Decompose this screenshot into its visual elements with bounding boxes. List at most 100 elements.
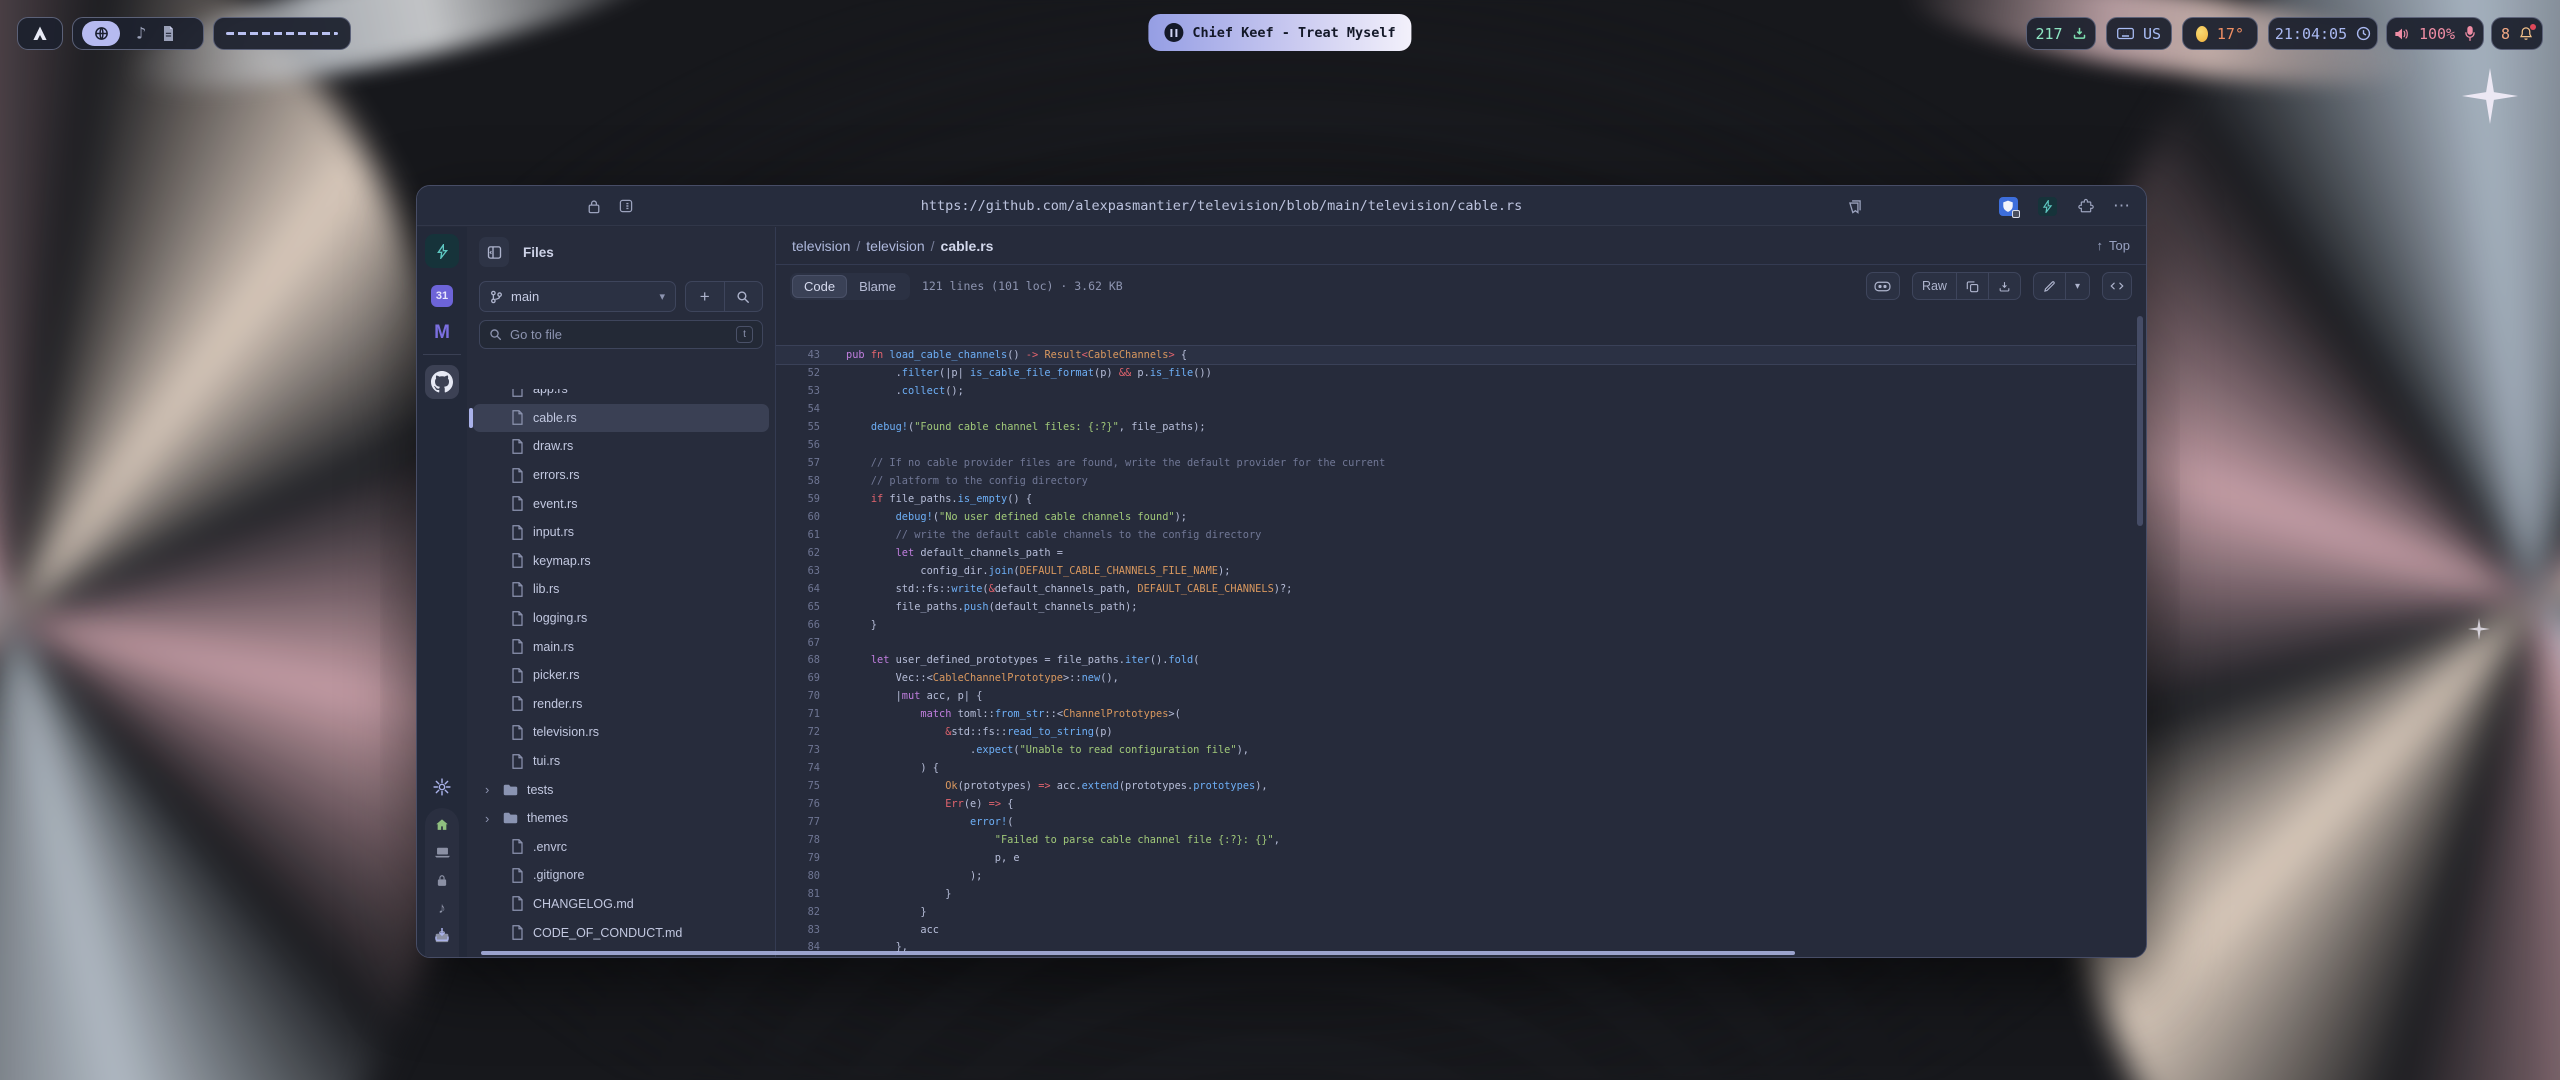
tree-file-lib.rs[interactable]: lib.rs — [473, 575, 769, 604]
audio-widget[interactable]: 100% — [2386, 17, 2484, 50]
tree-file-app.rs[interactable]: app.rs — [473, 389, 769, 404]
tree-file-keymap.rs[interactable]: keymap.rs — [473, 547, 769, 576]
edit-button[interactable] — [2034, 273, 2065, 299]
line-number[interactable]: 75 — [776, 780, 820, 792]
gmail-tab[interactable]: M — [425, 316, 459, 350]
tree-file-errors.rs[interactable]: errors.rs — [473, 461, 769, 490]
line-number[interactable]: 77 — [776, 816, 820, 828]
workspace-browser-active[interactable] — [82, 21, 120, 46]
back-to-top-link[interactable]: ↑ Top — [2097, 238, 2130, 253]
tree-file-render.rs[interactable]: render.rs — [473, 690, 769, 719]
line-number[interactable]: 70 — [776, 690, 820, 702]
line-number[interactable]: 74 — [776, 762, 820, 774]
workspace-music-icon[interactable]: ♪ — [435, 901, 450, 916]
music-note-icon[interactable]: ♪ — [136, 24, 146, 44]
line-number[interactable]: 61 — [776, 529, 820, 541]
line-number[interactable]: 59 — [776, 493, 820, 505]
tree-file-picker.rs[interactable]: picker.rs — [473, 661, 769, 690]
line-number[interactable]: 66 — [776, 619, 820, 631]
tree-folder-themes[interactable]: ›themes — [473, 804, 769, 833]
line-number[interactable]: 63 — [776, 565, 820, 577]
tree-file-draw.rs[interactable]: draw.rs — [473, 432, 769, 461]
copilot-button[interactable] — [1866, 272, 1900, 300]
line-number[interactable]: 64 — [776, 583, 820, 595]
line-number[interactable]: 82 — [776, 906, 820, 918]
search-tree-button[interactable] — [725, 282, 763, 311]
copy-button[interactable] — [1956, 273, 1988, 299]
line-number[interactable]: 53 — [776, 385, 820, 397]
line-number[interactable]: 68 — [776, 654, 820, 666]
tab-blame[interactable]: Blame — [847, 275, 908, 298]
raw-button[interactable]: Raw — [1913, 273, 1956, 299]
new-file-button[interactable]: + — [686, 282, 725, 311]
tree-file-logging.rs[interactable]: logging.rs — [473, 604, 769, 633]
launcher-button[interactable] — [17, 17, 63, 50]
line-number[interactable]: 76 — [776, 798, 820, 810]
tree-file-television.rs[interactable]: television.rs — [473, 718, 769, 747]
clock-widget[interactable]: 21:04:05 — [2268, 17, 2378, 50]
code-view-button[interactable] — [2102, 272, 2132, 300]
line-number[interactable]: 65 — [776, 601, 820, 613]
tree-file-CHANGELOG.md[interactable]: CHANGELOG.md — [473, 890, 769, 919]
tree-folder-tests[interactable]: ›tests — [473, 775, 769, 804]
tree-file-input.rs[interactable]: input.rs — [473, 518, 769, 547]
workspace-laptop-icon[interactable] — [435, 845, 450, 860]
puzzle-icon[interactable] — [2076, 196, 2096, 216]
line-number[interactable]: 83 — [776, 924, 820, 936]
tab-code[interactable]: Code — [792, 275, 847, 298]
line-number[interactable]: 55 — [776, 421, 820, 433]
line-number[interactable]: 52 — [776, 367, 820, 379]
line-number[interactable]: 69 — [776, 672, 820, 684]
line-number[interactable]: 80 — [776, 870, 820, 882]
tree-file-CODE_OF_CONDUCT.md[interactable]: CODE_OF_CONDUCT.md — [473, 918, 769, 947]
line-number[interactable]: 71 — [776, 708, 820, 720]
sidebar-collapse-button[interactable] — [479, 237, 509, 267]
flower-settings-button[interactable] — [425, 770, 459, 804]
download-raw-button[interactable] — [1988, 273, 2020, 299]
bolt-tab[interactable] — [425, 234, 459, 268]
line-number[interactable]: 60 — [776, 511, 820, 523]
breadcrumb-repo[interactable]: television — [792, 238, 850, 254]
vertical-scrollbar[interactable] — [2137, 316, 2143, 526]
tree-file-tui.rs[interactable]: tui.rs — [473, 747, 769, 776]
tree-file-event.rs[interactable]: event.rs — [473, 489, 769, 518]
edit-dropdown-button[interactable]: ▾ — [2065, 273, 2089, 299]
line-number[interactable]: 56 — [776, 439, 820, 451]
horizontal-scrollbar[interactable] — [481, 951, 1795, 955]
workspace-lock-icon[interactable] — [435, 873, 450, 888]
tree-file-.gitignore[interactable]: .gitignore — [473, 861, 769, 890]
line-number[interactable]: 79 — [776, 852, 820, 864]
tree-file-main.rs[interactable]: main.rs — [473, 632, 769, 661]
line-number[interactable]: 81 — [776, 888, 820, 900]
line-number[interactable]: 62 — [776, 547, 820, 559]
url-bar[interactable]: https://github.com/alexpasmantier/televi… — [417, 186, 2026, 226]
ublock-shield-icon[interactable] — [1998, 196, 2018, 216]
tree-file-CONTRIBUTING.md[interactable]: CONTRIBUTING.md — [473, 947, 769, 949]
calendar-tab[interactable]: 31 — [425, 279, 459, 313]
line-number[interactable]: 72 — [776, 726, 820, 738]
line-number[interactable]: 58 — [776, 475, 820, 487]
updates-widget[interactable]: 217 — [2026, 17, 2096, 50]
document-icon[interactable] — [162, 26, 175, 41]
line-number[interactable]: 73 — [776, 744, 820, 756]
line-number[interactable]: 78 — [776, 834, 820, 846]
line-number[interactable]: 54 — [776, 403, 820, 415]
workspace-memo-icon[interactable] — [435, 957, 450, 958]
line-number[interactable]: 43 — [776, 349, 820, 361]
branch-selector[interactable]: main ▾ — [479, 281, 676, 312]
keyboard-layout-widget[interactable]: US — [2106, 17, 2172, 50]
media-player-widget[interactable]: Chief Keef - Treat Myself — [1148, 14, 1411, 51]
line-number[interactable]: 67 — [776, 637, 820, 649]
line-number[interactable]: 57 — [776, 457, 820, 469]
goto-file-input[interactable]: Go to file t — [479, 320, 763, 349]
download-button[interactable] — [425, 917, 459, 951]
tree-file-cable.rs[interactable]: cable.rs — [473, 404, 769, 433]
bookmark-icon[interactable] — [1845, 196, 1865, 216]
window-title-widget[interactable] — [213, 17, 351, 50]
more-dots[interactable]: ⋯ — [2112, 196, 2132, 216]
tree-file-.envrc[interactable]: .envrc — [473, 833, 769, 862]
breadcrumb-dir[interactable]: television — [866, 238, 924, 254]
github-tab[interactable] — [425, 365, 459, 399]
code-blob[interactable]: 43pub fn load_cable_channels() -> Result… — [776, 345, 2136, 957]
workspace-house-icon[interactable] — [435, 817, 450, 832]
